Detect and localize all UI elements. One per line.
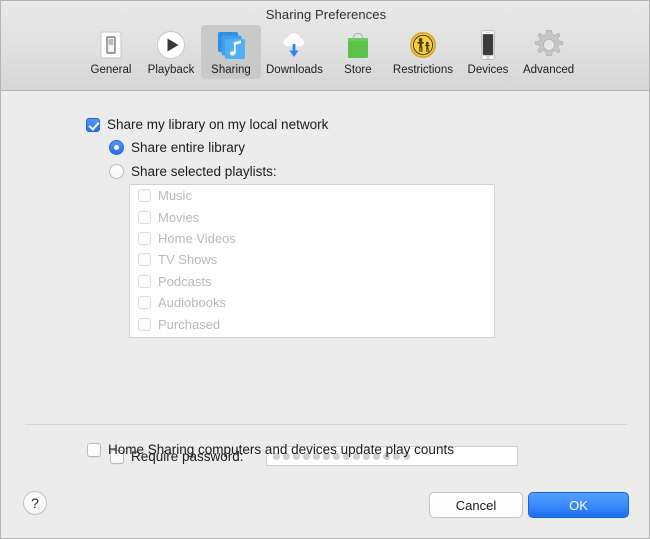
preferences-toolbar: Sharing Preferences General Playback Sha…	[1, 1, 649, 91]
tab-playback-label: Playback	[147, 64, 195, 76]
sharing-music-icon	[214, 28, 248, 62]
iphone-icon	[471, 28, 505, 62]
share-selected-playlists-radio[interactable]	[109, 164, 124, 179]
share-selected-playlists-row[interactable]: Share selected playlists:	[109, 164, 277, 179]
playlist-label: Music	[158, 188, 192, 204]
ok-button[interactable]: OK	[528, 492, 629, 518]
playlist-label: Purchased	[158, 316, 221, 332]
playlist-list-box[interactable]: Music Movies Home Videos TV Shows Podcas…	[129, 184, 495, 338]
tab-restrictions[interactable]: Restrictions	[388, 25, 458, 79]
general-switch-icon	[94, 28, 128, 62]
playlist-checkbox[interactable]	[138, 296, 151, 310]
parental-controls-icon	[406, 28, 440, 62]
share-library-row[interactable]: Share my library on my local network	[86, 117, 328, 132]
tab-general-label: General	[90, 64, 132, 76]
list-item[interactable]: TV Shows	[130, 249, 494, 270]
shopping-bag-icon	[341, 28, 375, 62]
share-entire-library-row[interactable]: Share entire library	[109, 140, 245, 155]
home-sharing-row[interactable]: Home Sharing computers and devices updat…	[87, 442, 454, 457]
section-divider	[25, 424, 627, 425]
playlist-label: TV Shows	[158, 252, 218, 268]
home-sharing-checkbox[interactable]	[87, 442, 101, 457]
tab-sharing-label: Sharing	[211, 64, 251, 76]
playlist-label: Audiobooks	[158, 295, 226, 311]
home-sharing-label: Home Sharing computers and devices updat…	[108, 442, 454, 457]
cancel-button[interactable]: Cancel	[429, 492, 523, 518]
list-item[interactable]: Podcasts	[130, 271, 494, 292]
share-library-checkbox[interactable]	[86, 117, 100, 132]
help-button[interactable]: ?	[23, 491, 47, 515]
share-entire-library-label: Share entire library	[131, 140, 246, 155]
share-library-label: Share my library on my local network	[107, 117, 329, 132]
play-circle-icon	[154, 28, 188, 62]
tab-sharing[interactable]: Sharing	[201, 25, 261, 79]
gear-icon	[532, 28, 566, 62]
share-entire-library-radio[interactable]	[109, 140, 124, 155]
tab-downloads-label: Downloads	[266, 64, 323, 76]
sharing-preferences-window: Sharing Preferences General Playback Sha…	[0, 0, 650, 539]
playlist-checkbox[interactable]	[138, 189, 151, 203]
tab-restrictions-label: Restrictions	[392, 64, 453, 76]
tab-general[interactable]: General	[81, 25, 141, 79]
playlist-checkbox[interactable]	[138, 210, 151, 224]
list-item[interactable]: Audiobooks	[130, 292, 494, 313]
playlist-label: Home Videos	[158, 230, 236, 246]
tab-advanced[interactable]: Advanced	[518, 25, 579, 79]
tab-store-label: Store	[344, 64, 372, 76]
tab-devices[interactable]: Devices	[458, 25, 518, 79]
window-title: Sharing Preferences	[265, 7, 387, 22]
playlist-checkbox[interactable]	[138, 231, 151, 245]
tab-store[interactable]: Store	[328, 25, 388, 79]
list-item[interactable]: Purchased	[130, 313, 494, 334]
list-item[interactable]: Music	[130, 185, 494, 206]
playlist-label: Podcasts	[158, 273, 212, 289]
playlist-checkbox[interactable]	[138, 317, 151, 331]
playlist-checkbox[interactable]	[138, 253, 151, 267]
preferences-tab-bar: General Playback Sharing Downloads Store…	[81, 25, 579, 79]
playlist-checkbox[interactable]	[138, 274, 151, 288]
cloud-download-icon	[277, 28, 311, 62]
share-selected-playlists-label: Share selected playlists:	[131, 164, 277, 179]
list-item[interactable]: Home Videos	[130, 228, 494, 249]
preferences-content: Share my library on my local network Sha…	[1, 91, 649, 493]
playlist-label: Movies	[158, 209, 200, 225]
tab-devices-label: Devices	[467, 64, 509, 76]
tab-downloads[interactable]: Downloads	[261, 25, 328, 79]
list-item[interactable]: Movies	[130, 206, 494, 227]
tab-advanced-label: Advanced	[522, 64, 575, 76]
tab-playback[interactable]: Playback	[141, 25, 201, 79]
